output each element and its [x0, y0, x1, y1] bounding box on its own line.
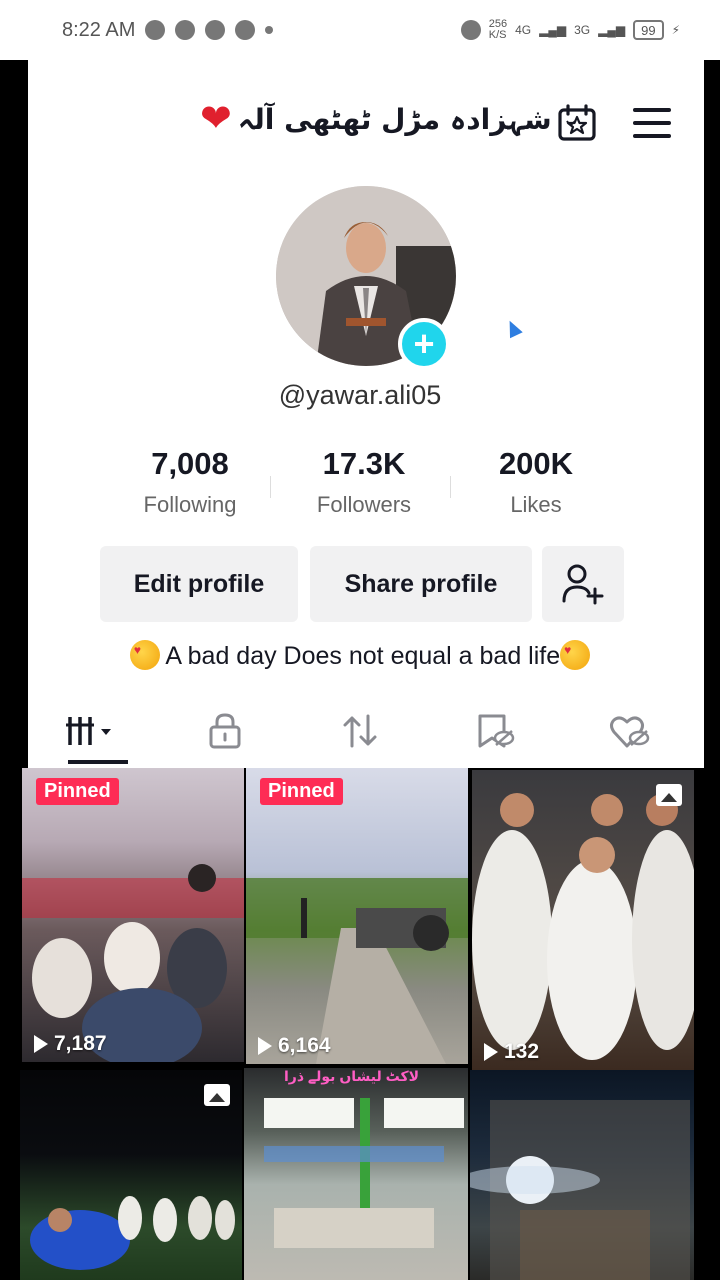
status-time: 8:22 AM — [62, 18, 136, 41]
video-thumbnail — [22, 864, 244, 1062]
video-thumbnail — [472, 793, 694, 1060]
video-thumbnail — [246, 878, 468, 1064]
network-speed: 256 K/S — [488, 18, 508, 41]
video-thumbnail — [470, 1100, 690, 1280]
smiling-hearts-emoji-icon — [129, 640, 160, 670]
repost-icon — [343, 714, 377, 748]
add-story-button[interactable]: + — [398, 318, 450, 370]
phone-frame: 8:22 AM 256 K/S 4G ▂▄▆ 3G ▂▄▆ 99 ⚡ ❤ شہز… — [0, 0, 720, 1280]
view-count: 132 — [484, 1040, 539, 1064]
username-handle: @yawar.ali05 — [278, 380, 442, 410]
status-bar: 8:22 AM 256 K/S 4G ▂▄▆ 3G ▂▄▆ 99 ⚡ — [0, 0, 720, 60]
video-thumbnail — [264, 1098, 464, 1248]
account-switcher[interactable]: ❤ شہزادہ مڑل ٹھٹھی آلہ ⌄ — [200, 100, 580, 138]
add-user-icon — [562, 564, 604, 605]
add-friend-button[interactable] — [542, 546, 624, 622]
more-notifications-icon — [265, 26, 274, 34]
pinned-badge: Pinned — [260, 778, 343, 805]
view-count-value: 132 — [504, 1040, 540, 1063]
video-tile[interactable]: لاکٹ لیشاں بولے ذرا — [244, 1068, 468, 1280]
charging-icon: ⚡ — [671, 23, 680, 37]
stat-divider — [270, 476, 271, 498]
tab-private[interactable] — [165, 700, 285, 762]
view-count: 6,164 — [258, 1034, 331, 1058]
tab-reposts[interactable] — [300, 700, 420, 762]
stat-label: Following — [143, 492, 237, 517]
video-tile[interactable]: Pinned 7,187 — [22, 768, 244, 1062]
heart-emoji-icon: ❤ — [200, 98, 232, 140]
video-tile[interactable] — [20, 1070, 242, 1280]
photo-post-icon — [204, 1084, 230, 1106]
lock-icon — [209, 713, 241, 749]
smiling-hearts-emoji-icon — [560, 640, 591, 670]
tab-liked[interactable] — [570, 700, 690, 762]
edit-profile-button[interactable]: Edit profile — [100, 546, 298, 622]
profile-tabs — [28, 700, 704, 768]
network-3g: 3G — [574, 23, 591, 37]
stat-value: 200K — [498, 446, 574, 481]
stat-followers[interactable]: 17.3K Followers — [279, 446, 449, 518]
menu-line — [633, 134, 671, 138]
video-tile[interactable] — [470, 1070, 694, 1280]
view-count-value: 7,187 — [54, 1032, 107, 1055]
liked-hidden-icon — [610, 716, 650, 748]
tab-videos[interactable] — [28, 700, 148, 762]
calendar-star-icon[interactable] — [557, 104, 597, 142]
signal-icon-2: ▂▄▆ — [598, 23, 626, 37]
play-icon — [484, 1043, 498, 1061]
video-caption: لاکٹ لیشاں بولے ذرا — [284, 1068, 420, 1084]
menu-line — [633, 108, 671, 112]
stat-value: 17.3K — [322, 446, 406, 481]
bio-text: A bad day Does not equal a bad life — [165, 642, 561, 670]
menu-line — [633, 121, 671, 125]
video-tile[interactable]: Pinned 6,164 — [246, 768, 468, 1064]
favorites-hidden-icon — [478, 714, 515, 748]
stat-likes[interactable]: 200K Likes — [451, 446, 621, 518]
signal-icon: ▂▄▆ — [539, 23, 567, 37]
pinned-badge: Pinned — [36, 778, 119, 805]
grid-videos-icon — [66, 717, 111, 745]
calendar-star-svg — [558, 104, 596, 141]
photo-post-icon — [656, 784, 682, 806]
display-name: شہزادہ مڑل ٹھٹھی آلہ — [237, 102, 552, 136]
plus-icon: + — [413, 323, 435, 364]
bio: A bad day Does not equal a bad life — [0, 640, 720, 671]
snapchat-icon — [145, 20, 166, 40]
tab-favorites[interactable] — [435, 700, 555, 762]
alarm-clock-icon — [460, 20, 481, 40]
hamburger-menu-icon[interactable] — [633, 108, 671, 138]
active-tab-indicator — [68, 760, 128, 764]
view-count: 7,187 — [34, 1032, 107, 1056]
view-count-value: 6,164 — [278, 1034, 331, 1057]
share-profile-button[interactable]: Share profile — [310, 546, 532, 622]
alarm-icon — [235, 20, 256, 40]
stat-value: 7,008 — [151, 446, 229, 481]
play-icon — [258, 1037, 272, 1055]
whatsapp-icon — [175, 20, 196, 40]
battery-indicator: 99 — [633, 20, 664, 40]
stat-following[interactable]: 7,008 Following — [105, 446, 275, 518]
video-tile[interactable]: 132 — [472, 770, 694, 1070]
profile-stats: 7,008 Following 17.3K Followers 200K Lik… — [100, 446, 620, 526]
sync-icon — [205, 20, 226, 40]
video-grid: Pinned 7,187 Pinned 6,164 132 لاکٹ لیشاں… — [20, 768, 696, 1280]
network-4g: 4G — [515, 23, 532, 37]
stat-label: Followers — [316, 492, 412, 517]
stat-label: Likes — [510, 492, 562, 517]
play-icon — [34, 1035, 48, 1053]
